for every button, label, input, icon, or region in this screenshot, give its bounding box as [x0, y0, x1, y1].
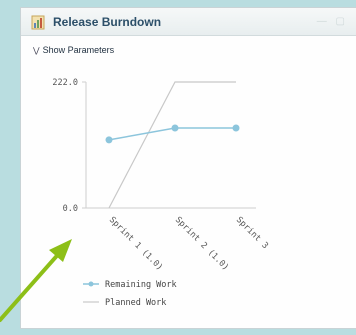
pointer-arrow-icon: [0, 239, 72, 322]
